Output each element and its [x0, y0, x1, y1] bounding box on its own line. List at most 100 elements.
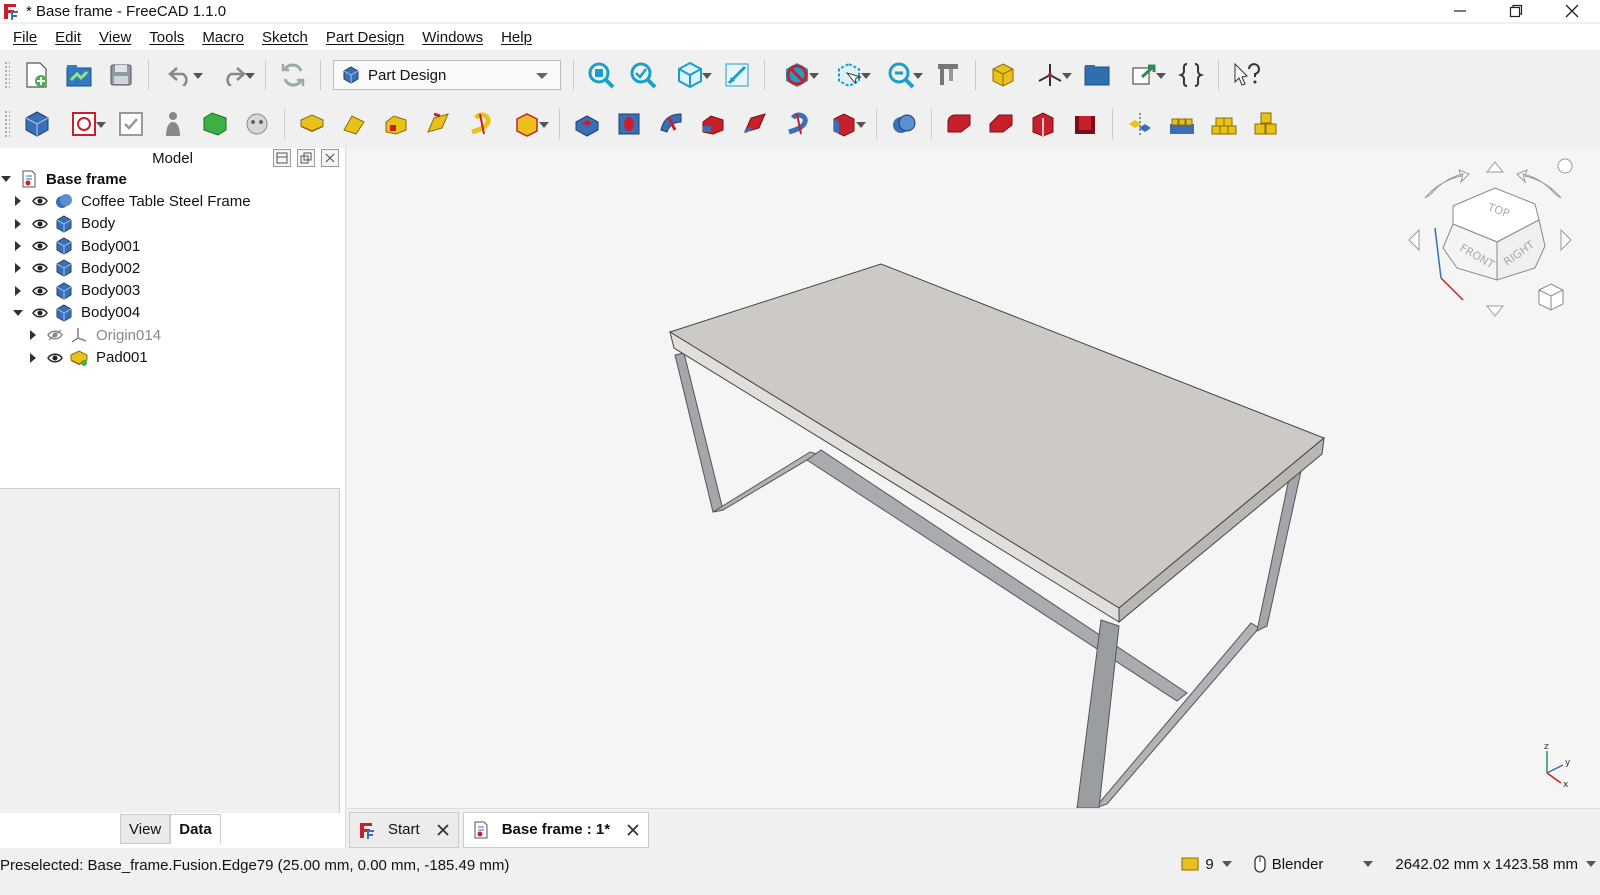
close-window-button[interactable] [1544, 0, 1600, 22]
polar-pattern-button[interactable] [1206, 106, 1242, 142]
frame-leg-front-right[interactable] [1076, 619, 1120, 808]
toolbar-handle[interactable] [4, 110, 10, 138]
measure-distance-button[interactable] [719, 57, 755, 93]
panel-collapse-button[interactable] [273, 149, 291, 167]
expand-arrow-icon[interactable] [27, 352, 39, 364]
expand-arrow-icon[interactable] [12, 285, 24, 297]
subtractive-primitive-button[interactable] [821, 106, 867, 142]
panel-float-button[interactable] [297, 149, 315, 167]
nav-arrow-left-icon[interactable] [1408, 228, 1420, 252]
create-link-button[interactable] [1121, 57, 1167, 93]
menu-help[interactable]: Help [492, 29, 541, 46]
new-document-button[interactable] [19, 57, 55, 93]
tree-item-body004[interactable]: Body004 [0, 302, 345, 324]
tree-item-body[interactable]: Body [0, 213, 345, 235]
groove-button[interactable] [653, 106, 689, 142]
tree-item-body003[interactable]: Body003 [0, 279, 345, 301]
linear-pattern-button[interactable] [1164, 106, 1200, 142]
create-datum-button[interactable] [1027, 57, 1073, 93]
close-tab-icon[interactable] [626, 823, 640, 837]
visibility-eye-icon[interactable] [47, 352, 63, 364]
table-top-surface[interactable] [668, 263, 1325, 609]
tree-item-origin014[interactable]: Origin014 [0, 324, 345, 346]
nav-arrow-up-icon[interactable] [1485, 161, 1505, 173]
menu-edit[interactable]: Edit [46, 29, 90, 46]
pad-button[interactable] [294, 106, 330, 142]
whats-this-button[interactable] [1228, 57, 1264, 93]
subtractive-helix-button[interactable] [779, 106, 815, 142]
shape-binder-button[interactable] [197, 106, 233, 142]
expand-arrow-icon[interactable] [27, 329, 39, 341]
fit-selection-button[interactable] [625, 57, 661, 93]
revolution-button[interactable] [336, 106, 372, 142]
frame-leg-back-left[interactable] [674, 352, 724, 513]
create-group-button[interactable] [1079, 57, 1115, 93]
menu-tools[interactable]: Tools [140, 29, 193, 46]
redo-button[interactable] [210, 57, 256, 93]
menu-windows[interactable]: Windows [413, 29, 492, 46]
hidden-eye-icon[interactable] [47, 329, 63, 341]
frame-rail-left-bottom[interactable] [712, 451, 819, 513]
multi-transform-button[interactable] [1248, 106, 1284, 142]
subtractive-pipe-button[interactable] [737, 106, 773, 142]
standard-views-button[interactable] [667, 57, 713, 93]
menu-sketch[interactable]: Sketch [253, 29, 317, 46]
additive-pipe-button[interactable] [420, 106, 456, 142]
visibility-eye-icon[interactable] [32, 262, 48, 274]
refresh-button[interactable] [275, 57, 311, 93]
expand-arrow-icon[interactable] [12, 240, 24, 252]
boolean-button[interactable] [886, 106, 922, 142]
dimension-display[interactable]: 2642.02 mm x 1423.58 mm [1395, 856, 1600, 873]
expand-arrow-icon[interactable] [12, 307, 24, 319]
nav-arrow-down-icon[interactable] [1485, 305, 1505, 317]
additive-primitive-button[interactable] [504, 106, 550, 142]
notifications-button[interactable]: 9 [1181, 856, 1232, 873]
workbench-selector[interactable]: Part Design [333, 60, 561, 90]
tree-item-coffee-table-steel-frame[interactable]: Coffee Table Steel Frame [0, 190, 345, 212]
menu-file[interactable]: File [4, 29, 46, 46]
create-part-button[interactable] [985, 57, 1021, 93]
restore-button[interactable] [1488, 0, 1544, 22]
subtractive-loft-button[interactable] [695, 106, 731, 142]
close-tab-icon[interactable] [436, 823, 450, 837]
menu-part-design[interactable]: Part Design [317, 29, 413, 46]
menu-view[interactable]: View [90, 29, 140, 46]
draft-button[interactable] [1025, 106, 1061, 142]
nav-small-cube-icon[interactable] [1538, 283, 1564, 311]
nav-rotate-right-icon[interactable] [1516, 169, 1562, 199]
tree-item-pad001[interactable]: Pad001 [0, 346, 345, 368]
nav-rotate-left-icon[interactable] [1424, 169, 1470, 199]
navigation-cube[interactable]: TOP FRONT RIGHT [1408, 158, 1573, 317]
visibility-eye-icon[interactable] [32, 218, 48, 230]
navigation-style-selector[interactable]: Blender [1254, 855, 1374, 873]
sub-shape-binder-button[interactable] [239, 106, 275, 142]
panel-close-button[interactable] [321, 149, 339, 167]
create-sketch-button[interactable] [61, 106, 107, 142]
undo-button[interactable] [158, 57, 204, 93]
box-selection-button[interactable] [826, 57, 872, 93]
visibility-eye-icon[interactable] [32, 195, 48, 207]
tree-item-root[interactable]: Base frame [0, 168, 345, 190]
nav-cube-body[interactable]: TOP FRONT RIGHT [1442, 187, 1546, 281]
toolbar-handle[interactable] [4, 61, 10, 89]
doc-tab-base-frame[interactable]: Base frame : 1* [462, 811, 650, 848]
visibility-eye-icon[interactable] [32, 285, 48, 297]
expand-arrow-icon[interactable] [12, 195, 24, 207]
expand-arrow-icon[interactable] [12, 262, 24, 274]
measure-tool-button[interactable] [930, 57, 966, 93]
expand-arrow-icon[interactable] [12, 218, 24, 230]
tab-data[interactable]: Data [170, 814, 221, 844]
zoom-button[interactable] [878, 57, 924, 93]
visibility-eye-icon[interactable] [32, 240, 48, 252]
nav-arrow-right-icon[interactable] [1560, 228, 1572, 252]
open-document-button[interactable] [61, 57, 97, 93]
validate-sketch-button[interactable] [113, 106, 149, 142]
fillet-button[interactable] [941, 106, 977, 142]
nav-menu-dot[interactable] [1557, 158, 1573, 174]
tree-item-body001[interactable]: Body001 [0, 235, 345, 257]
save-document-button[interactable] [103, 57, 139, 93]
tab-view[interactable]: View [120, 814, 171, 844]
expressions-button[interactable] [1173, 57, 1209, 93]
create-body-button[interactable] [19, 106, 55, 142]
create-clone-button[interactable] [155, 106, 191, 142]
